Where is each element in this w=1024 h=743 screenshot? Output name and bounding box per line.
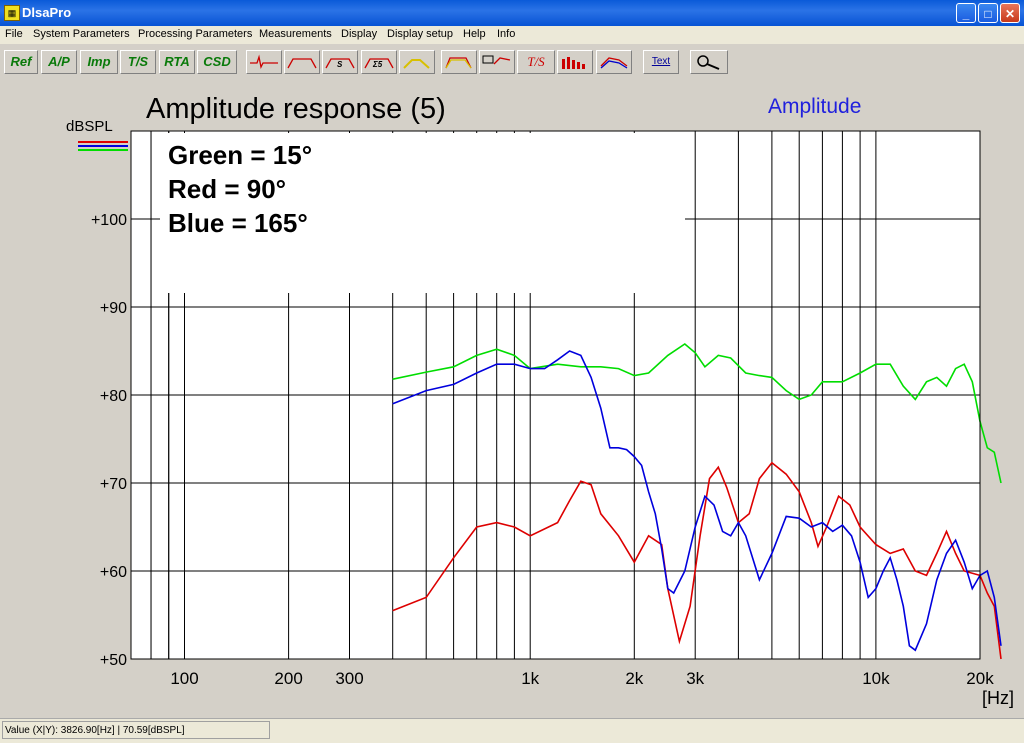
histogram-icon[interactable] xyxy=(557,50,593,74)
y-tick-label: +60 xyxy=(100,564,127,581)
svg-text:S: S xyxy=(337,60,343,69)
ts-graph-button[interactable]: T/S xyxy=(517,50,555,74)
annotation-label: Red = 90° xyxy=(168,174,286,204)
x-tick-label: 300 xyxy=(335,669,363,688)
menu-measurements[interactable]: Measurements xyxy=(259,28,332,40)
x-tick-label: 10k xyxy=(862,669,890,688)
y-tick-label: +50 xyxy=(100,652,127,669)
y-axis-label: dBSPL xyxy=(66,118,113,135)
menu-file[interactable]: File xyxy=(5,28,23,40)
close-button[interactable]: ✕ xyxy=(1000,3,1020,23)
y-tick-label: +90 xyxy=(100,300,127,317)
menu-display-setup[interactable]: Display setup xyxy=(387,28,453,40)
csd-button[interactable]: CSD xyxy=(197,50,237,74)
x-tick-label: 1k xyxy=(521,669,539,688)
impulse-graph-icon[interactable] xyxy=(246,50,282,74)
status-bar: Value (X|Y): 3826.90[Hz] | 70.59[dBSPL] xyxy=(0,718,1024,743)
y-tick-label: +100 xyxy=(91,212,127,229)
menu-system-parameters[interactable]: System Parameters xyxy=(33,28,130,40)
x-tick-label: 20k xyxy=(966,669,994,688)
x-axis-label: [Hz] xyxy=(982,688,1014,708)
minimize-button[interactable]: _ xyxy=(956,3,976,23)
ap-button[interactable]: A/P xyxy=(41,50,77,74)
menu-info[interactable]: Info xyxy=(497,28,515,40)
bandpass-icon[interactable] xyxy=(441,50,477,74)
maximize-button[interactable]: □ xyxy=(978,3,998,23)
y-tick-label: +80 xyxy=(100,388,127,405)
x-tick-label: 200 xyxy=(274,669,302,688)
yellow-curve-icon[interactable] xyxy=(399,50,435,74)
menu-display[interactable]: Display xyxy=(341,28,377,40)
menu-bar: File System Parameters Processing Parame… xyxy=(0,26,1024,44)
chart-title: Amplitude response (5) xyxy=(146,93,446,125)
chart-svg: Green = 15° Red = 90° Blue = 165° Amplitude… xyxy=(66,93,1014,708)
text-button[interactable]: Text xyxy=(643,50,679,74)
sum-graph-icon[interactable]: Σ5 xyxy=(361,50,397,74)
menu-help[interactable]: Help xyxy=(463,28,486,40)
x-tick-label: 100 xyxy=(170,669,198,688)
y-tick-label: +70 xyxy=(100,476,127,493)
svg-text:Σ5: Σ5 xyxy=(372,60,383,69)
cursor-value-readout: Value (X|Y): 3826.90[Hz] | 70.59[dBSPL] xyxy=(2,721,270,739)
menu-processing-parameters[interactable]: Processing Parameters xyxy=(138,28,252,40)
annotation-label: Blue = 165° xyxy=(168,208,308,238)
title-bar: ▦ DlsaPro _ □ ✕ xyxy=(0,0,1024,26)
compare-graph-icon[interactable] xyxy=(479,50,515,74)
toolbar: Ref A/P Imp T/S RTA CSD S Σ5 T/S Text xyxy=(0,48,1024,76)
ts-button[interactable]: T/S xyxy=(120,50,156,74)
waterfall-icon[interactable] xyxy=(596,50,632,74)
window-title: DlsaPro xyxy=(22,5,72,20)
app-icon: ▦ xyxy=(4,5,20,21)
step-graph-icon[interactable]: S xyxy=(322,50,358,74)
annotation-label: Green = 15° xyxy=(168,140,312,170)
chart-subtitle: Amplitude xyxy=(768,95,861,118)
amplitude-chart[interactable]: Green = 15° Red = 90° Blue = 165° Amplitude… xyxy=(0,78,1024,714)
zoom-icon[interactable] xyxy=(690,50,728,74)
imp-button[interactable]: Imp xyxy=(80,50,118,74)
x-tick-label: 2k xyxy=(625,669,643,688)
ref-button[interactable]: Ref xyxy=(4,50,38,74)
amplitude-graph-icon[interactable] xyxy=(284,50,320,74)
x-tick-label: 3k xyxy=(686,669,704,688)
rta-button[interactable]: RTA xyxy=(159,50,195,74)
